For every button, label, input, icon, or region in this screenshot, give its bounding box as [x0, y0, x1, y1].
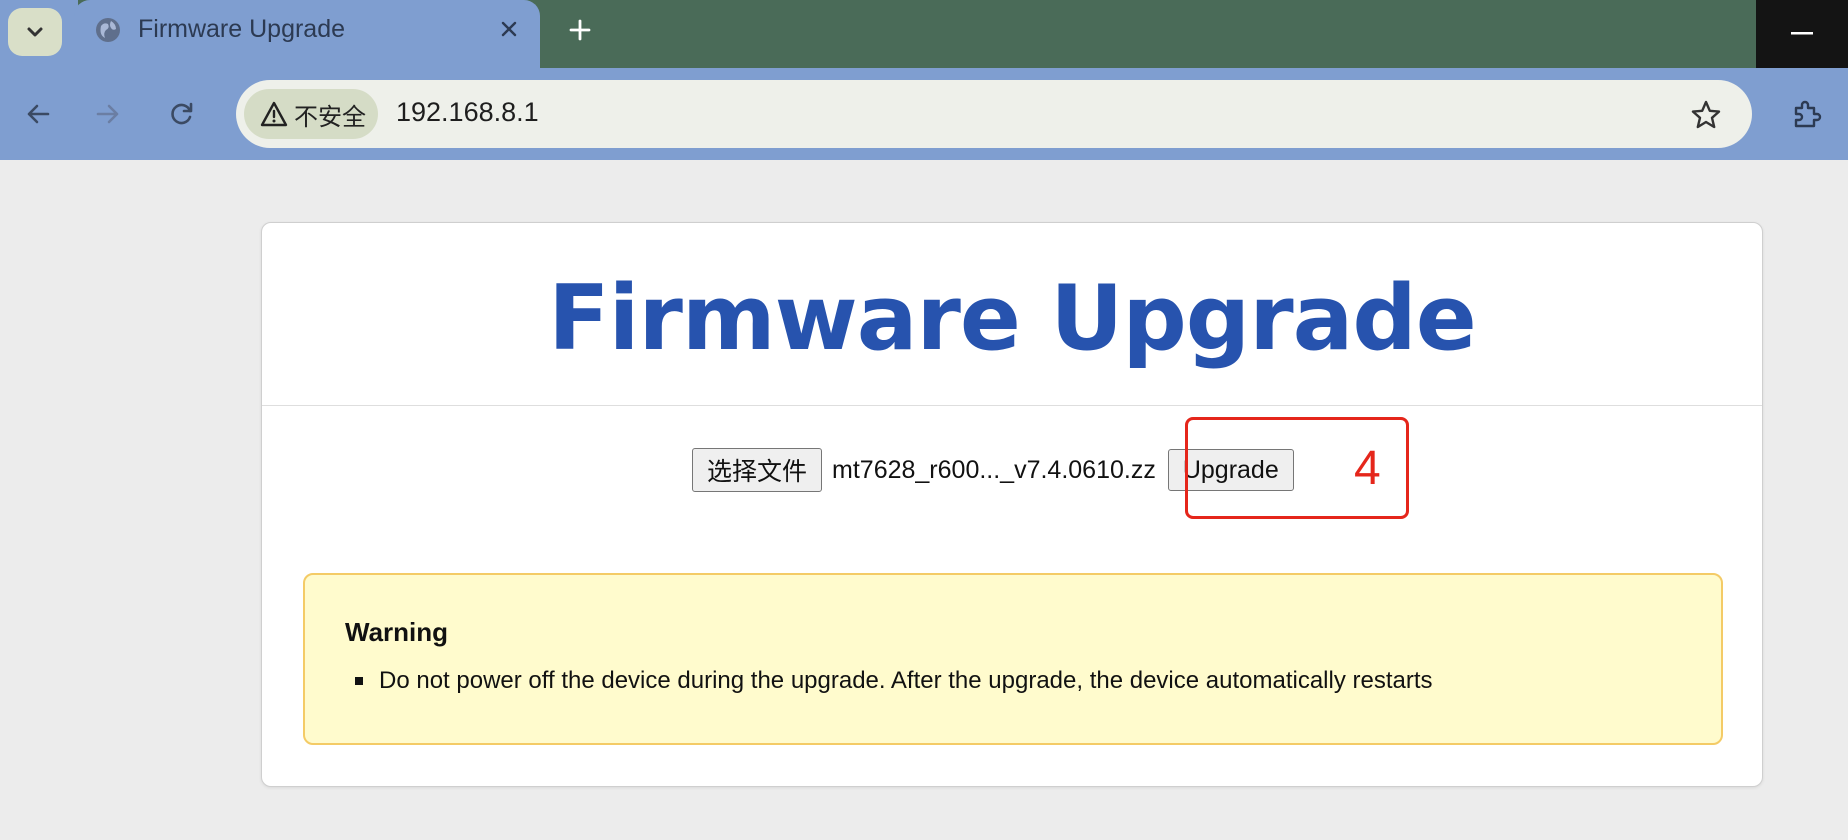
list-item: Do not power off the device during the u… — [345, 667, 1433, 695]
bullet-icon — [355, 677, 363, 685]
warning-icon — [260, 101, 288, 127]
choose-file-button[interactable]: 选择文件 — [692, 448, 823, 492]
puzzle-icon — [1794, 100, 1822, 128]
security-label: 不安全 — [294, 103, 366, 131]
tab-title: Firmware Upgrade — [138, 15, 346, 43]
warning-list: Do not power off the device during the u… — [345, 667, 1433, 695]
new-tab-button[interactable] — [562, 12, 598, 48]
bookmark-button[interactable] — [1688, 97, 1724, 133]
minimize-icon — [1791, 32, 1813, 35]
star-icon — [1691, 100, 1721, 129]
forward-arrow-icon — [96, 104, 119, 124]
tab-search-button[interactable] — [8, 8, 62, 56]
forward-button[interactable] — [88, 94, 128, 134]
warning-text: Do not power off the device during the u… — [379, 667, 1433, 694]
step-annotation: 4 — [1354, 442, 1381, 495]
minimize-window-button[interactable] — [1756, 0, 1848, 68]
browser-toolbar: 不安全 192.168.8.1 — [0, 68, 1848, 160]
firmware-upgrade-card: Firmware Upgrade 选择文件 mt7628_r600..._v7.… — [261, 222, 1763, 787]
tab-strip: Firmware Upgrade — [0, 0, 1848, 68]
close-icon — [501, 21, 517, 37]
security-indicator[interactable]: 不安全 — [244, 89, 378, 139]
page-title: Firmware Upgrade — [548, 265, 1477, 371]
chevron-down-icon — [27, 27, 43, 37]
warning-box: Warning Do not power off the device duri… — [303, 573, 1723, 745]
extensions-button[interactable] — [1786, 94, 1826, 134]
address-bar[interactable]: 不安全 192.168.8.1 — [236, 80, 1752, 148]
plus-icon — [569, 19, 591, 41]
reload-button[interactable] — [162, 94, 202, 134]
reload-icon — [171, 102, 193, 125]
active-tab[interactable]: Firmware Upgrade — [74, 0, 540, 68]
close-tab-button[interactable] — [496, 16, 522, 42]
url-text[interactable]: 192.168.8.1 — [396, 97, 539, 128]
card-header: Firmware Upgrade — [262, 223, 1762, 406]
warning-title: Warning — [345, 617, 449, 647]
globe-icon — [96, 18, 120, 42]
back-button[interactable] — [18, 94, 58, 134]
selected-file-name: mt7628_r600..._v7.4.0610.zz — [832, 455, 1156, 484]
back-arrow-icon — [27, 104, 50, 124]
